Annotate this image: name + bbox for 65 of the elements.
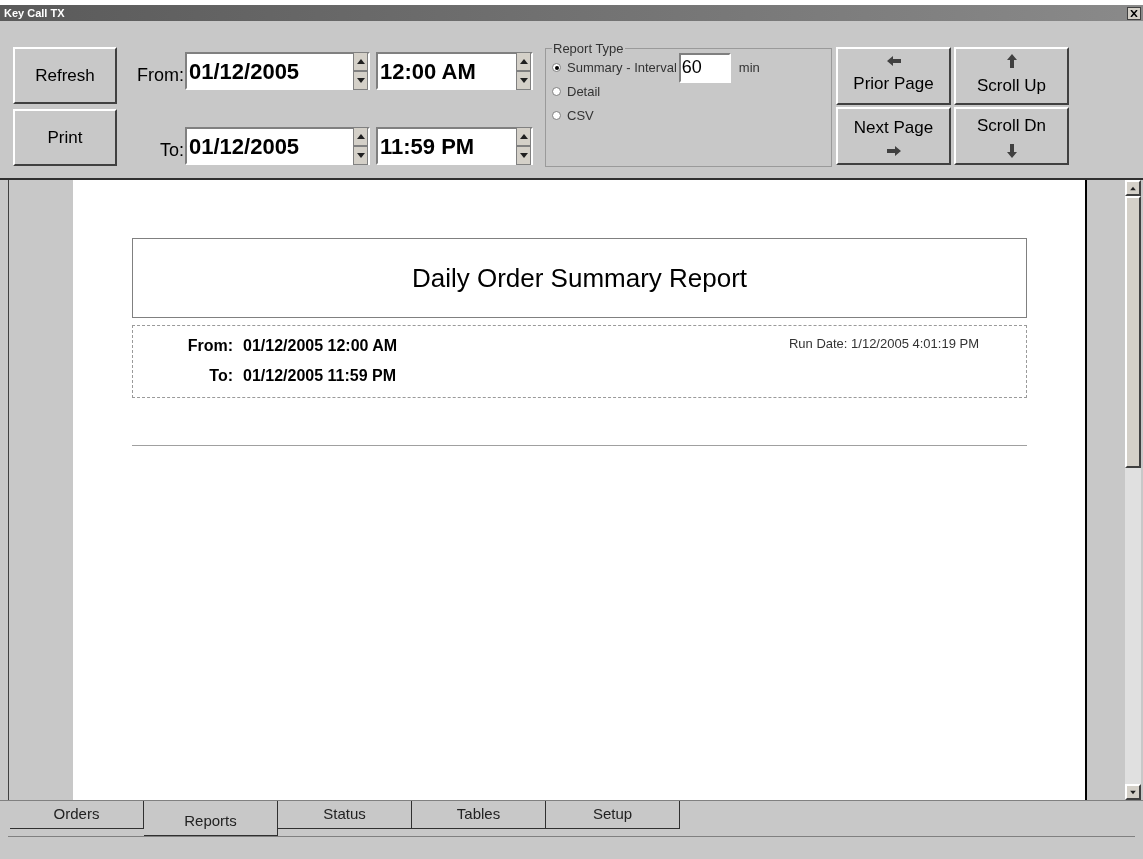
date-value: 01/12/2005 [188, 57, 301, 86]
tab[interactable]: Tables [412, 801, 546, 829]
spin-down-button[interactable] [353, 71, 368, 90]
radio-label: Summary - Interval [567, 58, 677, 77]
spin-down-button[interactable] [516, 71, 531, 90]
scroll-down-button[interactable] [1125, 784, 1141, 800]
action-button[interactable]: Print [13, 109, 117, 166]
tab[interactable]: Setup [546, 801, 680, 829]
scroll-up-button[interactable] [1125, 180, 1141, 196]
header-label: To: [208, 366, 233, 386]
date-value: 01/12/2005 [188, 132, 301, 161]
tab[interactable]: Status [278, 801, 412, 829]
action-button[interactable]: Refresh [13, 47, 117, 104]
time-value: 11:59 PM [379, 132, 476, 161]
spin-up-button[interactable] [353, 52, 368, 71]
right-arrow-icon [885, 144, 902, 157]
tab[interactable]: Orders [10, 801, 144, 829]
spin-down-button[interactable] [516, 146, 531, 165]
time-field[interactable]: 12:00 AM [376, 52, 533, 90]
left-arrow-icon [885, 55, 902, 68]
nav-button[interactable]: Scroll Dn [954, 107, 1069, 165]
radio-button[interactable] [552, 63, 561, 72]
down-arrow-icon [519, 152, 528, 159]
up-arrow-icon [519, 58, 528, 65]
range-label: To: [159, 139, 185, 162]
range-label: From: [136, 64, 185, 87]
group-legend: Report Type [552, 39, 625, 59]
down-arrow-icon [1005, 142, 1018, 159]
close-button[interactable] [1127, 6, 1141, 20]
spin-down-button[interactable] [353, 146, 368, 165]
header-label: From: [186, 336, 233, 356]
down-arrow-icon [519, 77, 528, 84]
radio-label: Detail [567, 82, 601, 101]
up-arrow-icon [356, 58, 365, 65]
report-title: Daily Order Summary Report [411, 261, 748, 295]
up-arrow-icon [519, 133, 528, 140]
spin-up-button[interactable] [353, 127, 368, 146]
interval-field[interactable]: 60 [678, 52, 731, 83]
close-icon [1130, 9, 1138, 17]
run-date: Run Date: 1/12/2005 4:01:19 PM [788, 335, 979, 353]
down-arrow-icon [1130, 789, 1136, 795]
nav-button[interactable]: Prior Page [836, 47, 951, 105]
radio-button[interactable] [552, 111, 561, 120]
radio-button[interactable] [552, 87, 561, 96]
up-arrow-icon [1130, 185, 1136, 191]
radio-label: CSV [567, 106, 594, 125]
scroll-thumb[interactable] [1125, 196, 1141, 468]
tab[interactable]: Reports [144, 801, 278, 837]
interval-unit: min [738, 58, 760, 77]
nav-button[interactable]: Scroll Up [954, 47, 1069, 105]
down-arrow-icon [356, 77, 365, 84]
window-title: Key Call TX [4, 5, 65, 21]
spin-up-button[interactable] [516, 52, 531, 71]
down-arrow-icon [356, 152, 365, 159]
scrollbar[interactable] [1125, 180, 1141, 800]
time-field[interactable]: 11:59 PM [376, 127, 533, 165]
up-arrow-icon [1005, 53, 1018, 70]
header-value: 01/12/2005 11:59 PM [243, 366, 396, 386]
header-value: 01/12/2005 12:00 AM [243, 336, 398, 356]
up-arrow-icon [356, 133, 365, 140]
spin-up-button[interactable] [516, 127, 531, 146]
date-field[interactable]: 01/12/2005 [185, 127, 370, 165]
time-value: 12:00 AM [379, 57, 477, 86]
date-field[interactable]: 01/12/2005 [185, 52, 370, 90]
nav-button[interactable]: Next Page [836, 107, 951, 165]
